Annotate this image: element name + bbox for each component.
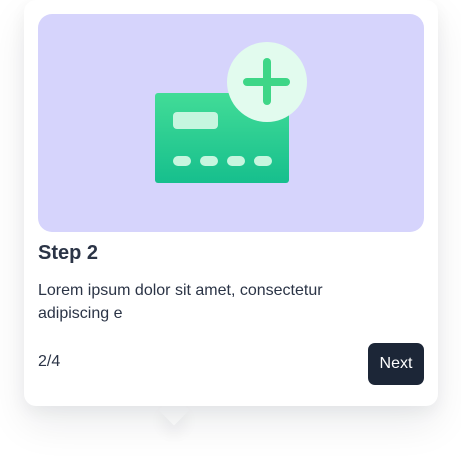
plus-icon: [227, 42, 307, 122]
step-title: Step 2: [38, 242, 99, 264]
next-button[interactable]: Next: [368, 343, 424, 385]
step-counter: 2/4: [38, 353, 61, 370]
step-description: Lorem ipsum dolor sit amet, consectetur …: [38, 282, 323, 322]
illustration-panel: [38, 14, 424, 232]
credit-card-add-icon: [155, 42, 307, 183]
page: Step 2 Lorem ipsum dolor sit amet, conse…: [0, 0, 461, 476]
